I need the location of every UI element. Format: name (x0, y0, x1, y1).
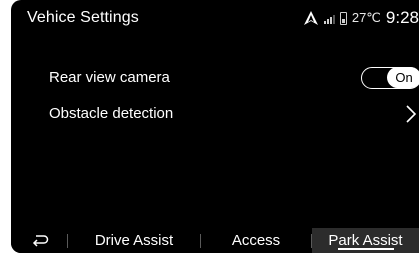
signal-bars-icon (323, 12, 335, 24)
setting-label: Obstacle detection (49, 105, 174, 122)
page-title: Vehice Settings (27, 9, 139, 26)
chevron-right-icon[interactable] (405, 104, 417, 124)
battery-icon (339, 11, 347, 25)
temperature-readout: 27℃ (351, 10, 381, 25)
rear-view-camera-toggle[interactable]: On (361, 67, 419, 89)
back-arrow-icon[interactable] (31, 231, 49, 249)
vehicle-settings-screen: Vehice Settings 27℃ 9:28 Rear view camer… (11, 0, 419, 253)
tab-access[interactable]: Access (201, 228, 311, 253)
active-tab-indicator (338, 248, 394, 250)
setting-row-rear-view-camera[interactable]: Rear view camera On (11, 65, 419, 93)
toggle-state-label: On (387, 67, 419, 88)
clock: 9:28 (385, 8, 419, 27)
tab-drive-assist[interactable]: Drive Assist (68, 228, 200, 253)
header-bar: Vehice Settings 27℃ 9:28 (11, 0, 419, 36)
setting-row-obstacle-detection[interactable]: Obstacle detection (11, 101, 419, 129)
navigation-arrow-icon (303, 10, 319, 26)
status-bar: 27℃ 9:28 (303, 6, 419, 30)
setting-label: Rear view camera (49, 69, 170, 86)
